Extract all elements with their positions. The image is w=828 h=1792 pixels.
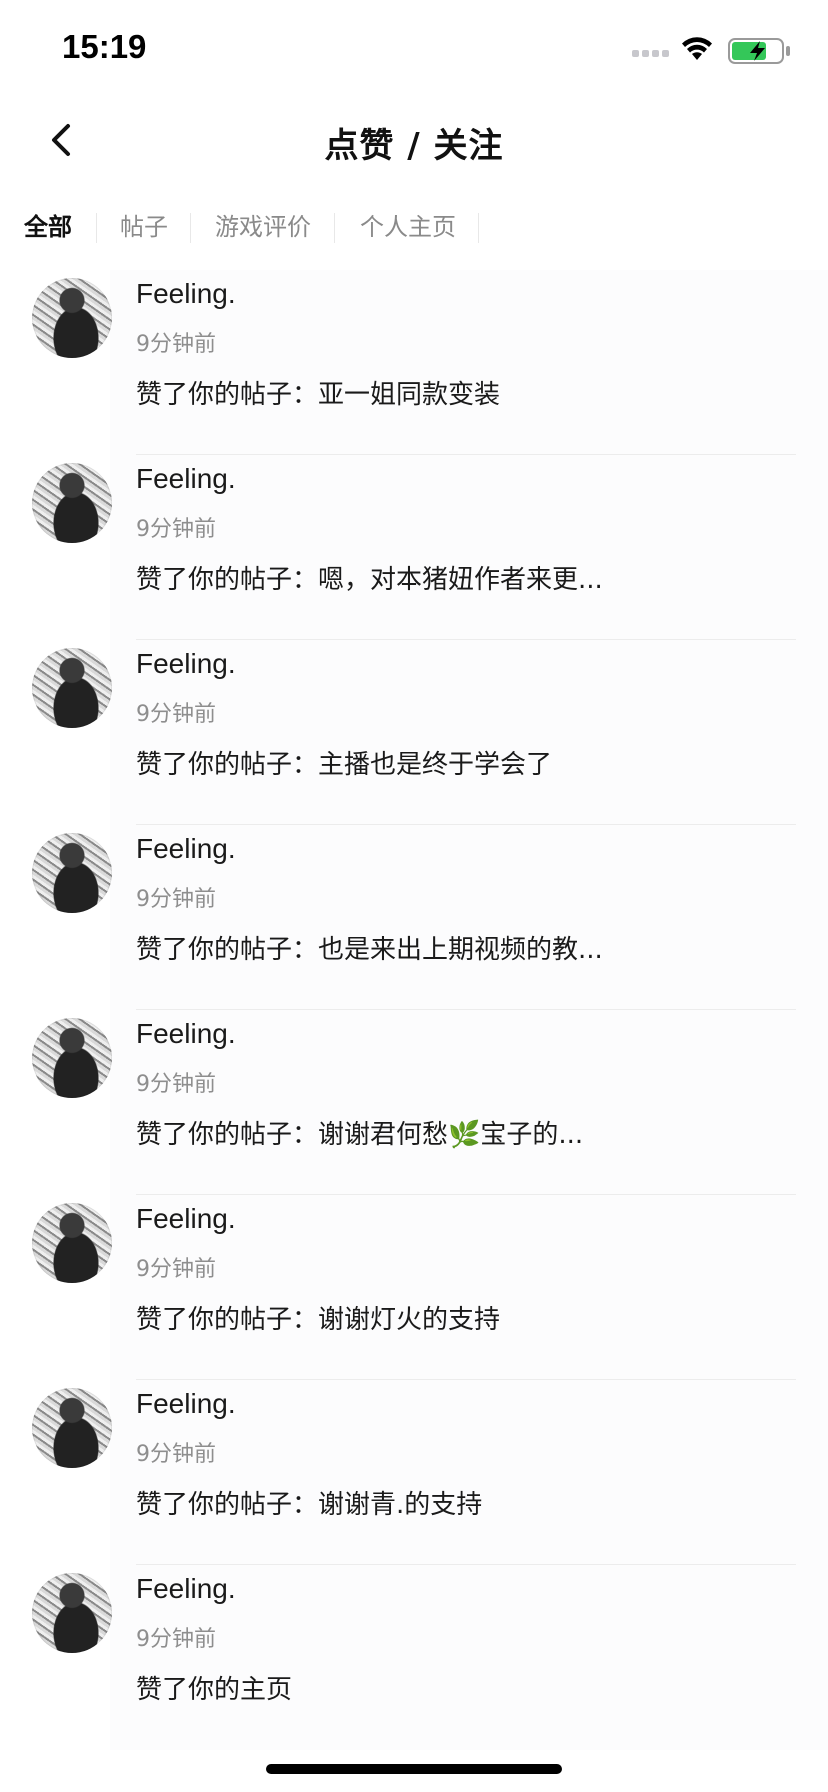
notification-list: Feeling. 9分钟前 赞了你的帖子：亚一姐同款变装 Feeling. 9分… [0, 270, 828, 1750]
page-title: 点赞 / 关注 [324, 126, 504, 166]
filter-tabs: 全部 帖子 游戏评价 个人主页 [0, 205, 828, 265]
user-name[interactable]: Feeling. [136, 833, 236, 865]
avatar[interactable] [32, 1203, 112, 1283]
cellular-signal-icon [632, 50, 672, 58]
list-item[interactable]: Feeling. 9分钟前 赞了你的主页 [0, 1565, 828, 1750]
timestamp: 9分钟前 [136, 1627, 216, 1652]
timestamp: 9分钟前 [136, 1442, 216, 1467]
timestamp: 9分钟前 [136, 332, 216, 357]
user-name[interactable]: Feeling. [136, 278, 236, 310]
status-icons [612, 36, 792, 64]
tab-divider [190, 213, 191, 243]
avatar[interactable] [32, 1573, 112, 1653]
avatar[interactable] [32, 1388, 112, 1468]
wifi-icon [682, 37, 712, 60]
list-item[interactable]: Feeling. 9分钟前 赞了你的帖子：主播也是终于学会了 [0, 640, 828, 825]
avatar[interactable] [32, 278, 112, 358]
tab-profile[interactable]: 个人主页 [360, 205, 456, 249]
tab-all[interactable]: 全部 [24, 205, 72, 249]
notification-text: 赞了你的帖子：嗯，对本猪妞作者来更... [136, 565, 603, 595]
list-item[interactable]: Feeling. 9分钟前 赞了你的帖子：谢谢君何愁🌿宝子的... [0, 1010, 828, 1195]
tab-divider [96, 213, 97, 243]
notification-text: 赞了你的帖子：亚一姐同款变装 [136, 380, 501, 410]
notification-text: 赞了你的主页 [136, 1675, 293, 1705]
user-name[interactable]: Feeling. [136, 1018, 236, 1050]
status-bar: 15:19 [0, 0, 828, 100]
avatar[interactable] [32, 1018, 112, 1098]
timestamp: 9分钟前 [136, 887, 216, 912]
avatar[interactable] [32, 463, 112, 543]
user-name[interactable]: Feeling. [136, 1203, 236, 1235]
tab-posts[interactable]: 帖子 [120, 205, 168, 249]
user-name[interactable]: Feeling. [136, 1573, 236, 1605]
timestamp: 9分钟前 [136, 702, 216, 727]
list-item[interactable]: Feeling. 9分钟前 赞了你的帖子：也是来出上期视频的教... [0, 825, 828, 1010]
timestamp: 9分钟前 [136, 1072, 216, 1097]
avatar[interactable] [32, 648, 112, 728]
list-item[interactable]: Feeling. 9分钟前 赞了你的帖子：嗯，对本猪妞作者来更... [0, 455, 828, 640]
notification-text: 赞了你的帖子：谢谢灯火的支持 [136, 1305, 501, 1335]
notification-text: 赞了你的帖子：主播也是终于学会了 [136, 750, 553, 780]
timestamp: 9分钟前 [136, 1257, 216, 1282]
list-item[interactable]: Feeling. 9分钟前 赞了你的帖子：谢谢灯火的支持 [0, 1195, 828, 1380]
user-name[interactable]: Feeling. [136, 1388, 236, 1420]
tab-divider [478, 213, 479, 243]
battery-charging-icon [728, 38, 790, 64]
status-time: 15:19 [62, 28, 147, 65]
home-indicator[interactable] [266, 1764, 562, 1774]
notification-text: 赞了你的帖子：谢谢君何愁🌿宝子的... [136, 1120, 584, 1150]
user-name[interactable]: Feeling. [136, 648, 236, 680]
avatar[interactable] [32, 833, 112, 913]
timestamp: 9分钟前 [136, 517, 216, 542]
notification-text: 赞了你的帖子：也是来出上期视频的教... [136, 935, 603, 965]
user-name[interactable]: Feeling. [136, 463, 236, 495]
notification-text: 赞了你的帖子：谢谢青.的支持 [136, 1490, 483, 1520]
list-item[interactable]: Feeling. 9分钟前 赞了你的帖子：亚一姐同款变装 [0, 270, 828, 455]
navigation-bar: 点赞 / 关注 [0, 100, 828, 190]
list-item[interactable]: Feeling. 9分钟前 赞了你的帖子：谢谢青.的支持 [0, 1380, 828, 1565]
tab-divider [334, 213, 335, 243]
tab-game-reviews[interactable]: 游戏评价 [215, 205, 311, 249]
